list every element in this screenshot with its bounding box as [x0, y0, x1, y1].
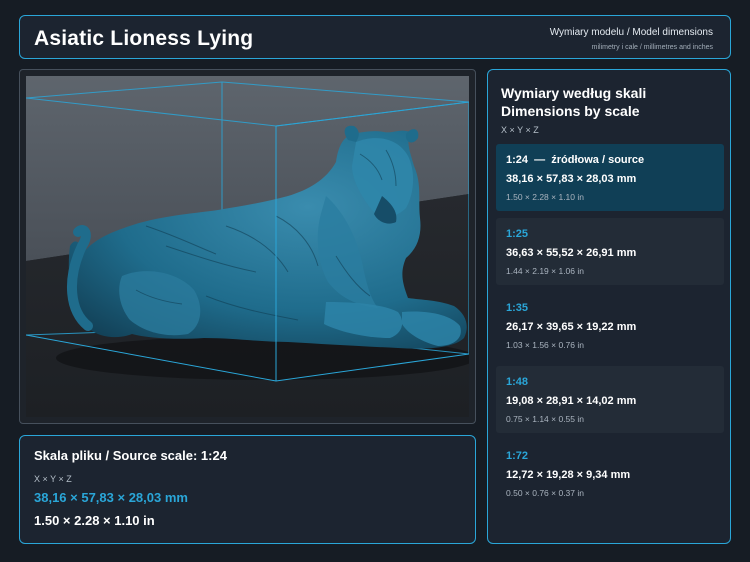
scale-dimensions-in: 0.50 × 0.76 × 0.37 in — [506, 488, 584, 498]
scale-label: 1:35 — [506, 302, 529, 314]
scale-dimensions-mm: 12,72 × 19,28 × 9,34 mm — [506, 469, 631, 481]
header-subtitle-dimensions: Wymiary modelu / Model dimensions — [549, 27, 713, 38]
model-viewer[interactable] — [19, 69, 476, 424]
scale-dimensions-mm: 19,08 × 28,91 × 14,02 mm — [506, 395, 637, 407]
scale-dimensions-mm: 26,17 × 39,65 × 19,22 mm — [506, 321, 637, 333]
scale-panel-title-pl: Wymiary według skali — [501, 85, 647, 101]
scale-label: 1:48 — [506, 376, 529, 388]
scale-label: 1:72 — [506, 450, 529, 462]
scale-panel-title-en: Dimensions by scale — [501, 103, 640, 119]
source-dimensions-in: 1.50 × 2.28 × 1.10 in — [34, 513, 155, 528]
scale-option-1-72[interactable]: 1:72 12,72 × 19,28 × 9,34 mm 0.50 × 0.76… — [496, 440, 724, 507]
scale-dimensions-panel: Wymiary według skali Dimensions by scale… — [487, 69, 731, 544]
page-title: Asiatic Lioness Lying — [34, 27, 254, 50]
scale-dimensions-in: 1.03 × 1.56 × 0.76 in — [506, 340, 584, 350]
scale-dimensions-in: 1.50 × 2.28 × 1.10 in — [506, 192, 584, 202]
source-axes-label: X × Y × Z — [34, 474, 72, 484]
scale-option-1-24[interactable]: 1:24 — źródłowa / source 38,16 × 57,83 ×… — [496, 144, 724, 211]
source-scale-card: Skala pliku / Source scale: 1:24 X × Y ×… — [19, 435, 476, 544]
scale-axes-label: X × Y × Z — [501, 125, 539, 135]
source-scale-title: Skala pliku / Source scale: 1:24 — [34, 448, 227, 463]
source-dimensions-mm: 38,16 × 57,83 × 28,03 mm — [34, 490, 188, 505]
model-render — [26, 76, 469, 417]
scale-dimensions-in: 1.44 × 2.19 × 1.06 in — [506, 266, 584, 276]
scale-option-1-48[interactable]: 1:48 19,08 × 28,91 × 14,02 mm 0.75 × 1.1… — [496, 366, 724, 433]
scale-label: 1:25 — [506, 228, 529, 240]
header-bar: Asiatic Lioness Lying Wymiary modelu / M… — [19, 15, 731, 59]
scale-option-1-25[interactable]: 1:25 36,63 × 55,52 × 26,91 mm 1.44 × 2.1… — [496, 218, 724, 285]
scale-dimensions-mm: 36,63 × 55,52 × 26,91 mm — [506, 247, 637, 259]
scale-label: 1:24 — źródłowa / source — [506, 154, 645, 166]
scale-dimensions-mm: 38,16 × 57,83 × 28,03 mm — [506, 173, 637, 185]
header-subtitle-units: milimetry i cale / millimetres and inche… — [591, 44, 713, 51]
header-info: Wymiary modelu / Model dimensions milime… — [550, 27, 713, 51]
scale-panel-title: Wymiary według skali Dimensions by scale — [501, 84, 646, 120]
scale-option-1-35[interactable]: 1:35 26,17 × 39,65 × 19,22 mm 1.03 × 1.5… — [496, 292, 724, 359]
scale-dimensions-in: 0.75 × 1.14 × 0.55 in — [506, 414, 584, 424]
